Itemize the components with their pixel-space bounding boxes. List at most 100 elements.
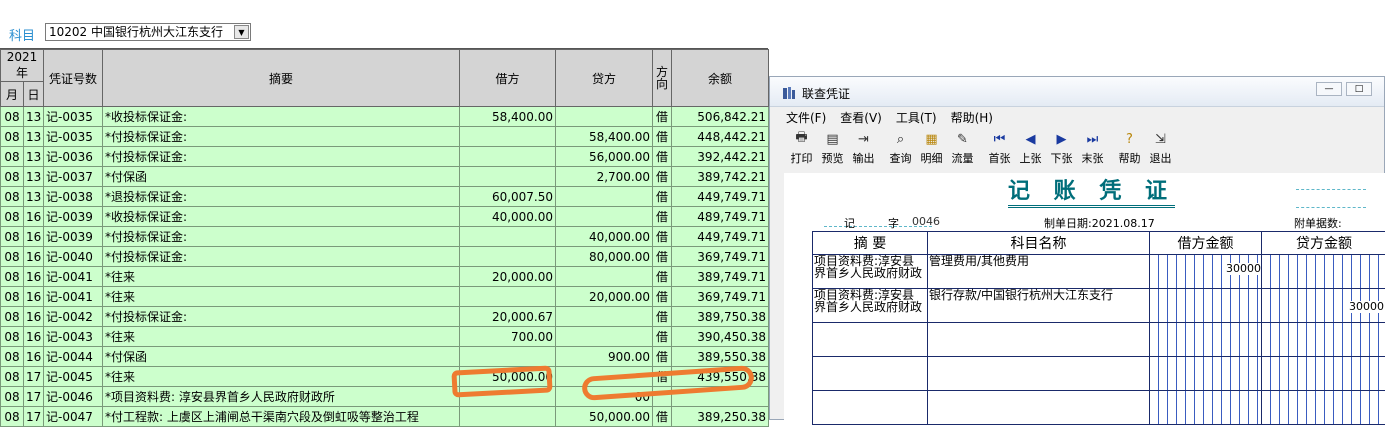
debit-cell[interactable] (460, 407, 556, 427)
debit-cell[interactable] (460, 227, 556, 247)
balance-cell[interactable]: 389,550.38 (672, 347, 769, 367)
maximize-icon[interactable]: □ (1346, 82, 1372, 96)
voucher-empty-cell[interactable] (1262, 391, 1385, 425)
table-row[interactable]: 0813记-0035*收投标保证金:58,400.00借506,842.21 (1, 107, 769, 127)
voucher-cell[interactable]: 记-0035 (44, 107, 103, 127)
minimize-icon[interactable]: — (1316, 82, 1342, 96)
direction-cell[interactable]: 借 (653, 287, 672, 307)
month-cell[interactable]: 08 (1, 407, 24, 427)
voucher-cell[interactable]: 记-0039 (44, 207, 103, 227)
table-row[interactable]: 0813记-0037*付保函2,700.00借389,742.21 (1, 167, 769, 187)
credit-cell[interactable]: 58,400.00 (556, 127, 653, 147)
voucher-cell[interactable]: 记-0046 (44, 387, 103, 407)
day-cell[interactable]: 16 (24, 287, 44, 307)
debit-header[interactable]: 借方 (460, 50, 556, 107)
summary-cell[interactable]: *付投标保证金: (103, 247, 460, 267)
credit-cell[interactable]: 80,000.00 (556, 247, 653, 267)
voucher-credit-cell[interactable] (1262, 255, 1385, 289)
month-cell[interactable]: 08 (1, 287, 24, 307)
table-row[interactable]: 0816记-0040*付投标保证金:80,000.00借369,749.71 (1, 247, 769, 267)
day-cell[interactable]: 17 (24, 407, 44, 427)
voucher-cell[interactable]: 记-0037 (44, 167, 103, 187)
credit-cell[interactable]: 900.00 (556, 347, 653, 367)
toolbar-button[interactable]: ?帮助 (1114, 129, 1145, 167)
month-cell[interactable]: 08 (1, 307, 24, 327)
summary-cell[interactable]: *付投标保证金: (103, 227, 460, 247)
direction-cell[interactable]: 借 (653, 167, 672, 187)
credit-cell[interactable] (556, 307, 653, 327)
credit-cell[interactable] (556, 187, 653, 207)
day-cell[interactable]: 16 (24, 227, 44, 247)
day-cell[interactable]: 13 (24, 147, 44, 167)
voucher-empty-cell[interactable] (813, 391, 928, 425)
credit-cell[interactable]: 20,000.00 (556, 287, 653, 307)
toolbar-button[interactable]: ✎流量 (947, 129, 978, 167)
summary-cell[interactable]: *往来 (103, 287, 460, 307)
voucher-cell[interactable]: 记-0045 (44, 367, 103, 387)
month-cell[interactable]: 08 (1, 247, 24, 267)
debit-cell[interactable] (460, 247, 556, 267)
credit-cell[interactable] (556, 107, 653, 127)
voucher-account-cell[interactable]: 银行存款/中国银行杭州大江东支行 (928, 289, 1150, 323)
toolbar-button[interactable]: ⇲退出 (1145, 129, 1176, 167)
balance-cell[interactable]: 449,749.71 (672, 187, 769, 207)
voucher-empty-cell[interactable] (928, 391, 1150, 425)
direction-cell[interactable]: 借 (653, 227, 672, 247)
summary-cell[interactable]: *往来 (103, 267, 460, 287)
direction-cell[interactable]: 借 (653, 327, 672, 347)
toolbar-button[interactable]: ⏮首张 (984, 129, 1015, 167)
direction-cell[interactable]: 借 (653, 147, 672, 167)
voucher-debit-cell[interactable]: 30000 (1150, 255, 1262, 289)
voucher-cell[interactable]: 记-0043 (44, 327, 103, 347)
menu-item[interactable]: 帮助(H) (951, 109, 993, 126)
summary-cell[interactable]: *退投标保证金: (103, 187, 460, 207)
balance-cell[interactable]: 389,250.38 (672, 407, 769, 427)
table-row[interactable]: 0816记-0039*付投标保证金:40,000.00借449,749.71 (1, 227, 769, 247)
table-row[interactable]: 0816记-0041*往来20,000.00借389,749.71 (1, 267, 769, 287)
balance-cell[interactable]: 389,742.21 (672, 167, 769, 187)
voucher-cell[interactable]: 记-0041 (44, 267, 103, 287)
month-cell[interactable]: 08 (1, 127, 24, 147)
direction-cell[interactable]: 借 (653, 347, 672, 367)
voucher-cell[interactable]: 记-0040 (44, 247, 103, 267)
day-cell[interactable]: 13 (24, 187, 44, 207)
debit-cell[interactable]: 700.00 (460, 327, 556, 347)
debit-cell[interactable] (460, 167, 556, 187)
debit-cell[interactable]: 58,400.00 (460, 107, 556, 127)
summary-cell[interactable]: *收投标保证金: (103, 107, 460, 127)
toolbar-button[interactable]: ▶下张 (1046, 129, 1077, 167)
table-row[interactable]: 0816记-0044*付保函900.00借389,550.38 (1, 347, 769, 367)
month-cell[interactable]: 08 (1, 227, 24, 247)
toolbar-button[interactable]: ▤预览 (817, 129, 848, 167)
voucher-header[interactable]: 凭证号数 (44, 50, 103, 107)
balance-header[interactable]: 余额 (672, 50, 769, 107)
debit-cell[interactable] (460, 347, 556, 367)
menu-item[interactable]: 查看(V) (840, 109, 882, 126)
toolbar-button[interactable]: ⌕查询 (885, 129, 916, 167)
voucher-empty-cell[interactable] (928, 357, 1150, 391)
balance-cell[interactable]: 506,842.21 (672, 107, 769, 127)
summary-cell[interactable]: *付保函 (103, 347, 460, 367)
table-row[interactable]: 0813记-0038*退投标保证金:60,007.50借449,749.71 (1, 187, 769, 207)
window-titlebar[interactable]: 联查凭证 — □ (770, 77, 1384, 107)
summary-cell[interactable]: *付投标保证金: (103, 307, 460, 327)
voucher-cell[interactable]: 记-0035 (44, 127, 103, 147)
summary-cell[interactable]: *付投标保证金: (103, 147, 460, 167)
credit-header[interactable]: 贷方 (556, 50, 653, 107)
voucher-empty-cell[interactable] (813, 357, 928, 391)
summary-cell[interactable]: *付工程款: 上虞区上浦闸总干渠南穴段及倒虹吸等整治工程 (103, 407, 460, 427)
summary-cell[interactable]: *项目资料费: 淳安县界首乡人民政府财政所 (103, 387, 460, 407)
voucher-cell[interactable]: 记-0042 (44, 307, 103, 327)
summary-cell[interactable]: *付投标保证金: (103, 127, 460, 147)
table-row[interactable]: 0813记-0035*付投标保证金:58,400.00借448,442.21 (1, 127, 769, 147)
table-row[interactable]: 0816记-0043*往来700.00借390,450.38 (1, 327, 769, 347)
voucher-summary-cell[interactable]: 项目资料费:淳安县界首乡人民政府财政 (813, 255, 928, 289)
voucher-cell[interactable]: 记-0036 (44, 147, 103, 167)
table-row[interactable]: 0816记-0039*收投标保证金:40,000.00借489,749.71 (1, 207, 769, 227)
day-cell[interactable]: 16 (24, 347, 44, 367)
direction-cell[interactable]: 借 (653, 307, 672, 327)
menu-item[interactable]: 文件(F) (786, 109, 826, 126)
summary-header[interactable]: 摘要 (103, 50, 460, 107)
voucher-empty-cell[interactable] (1150, 357, 1262, 391)
voucher-credit-cell[interactable]: 30000 (1262, 289, 1385, 323)
